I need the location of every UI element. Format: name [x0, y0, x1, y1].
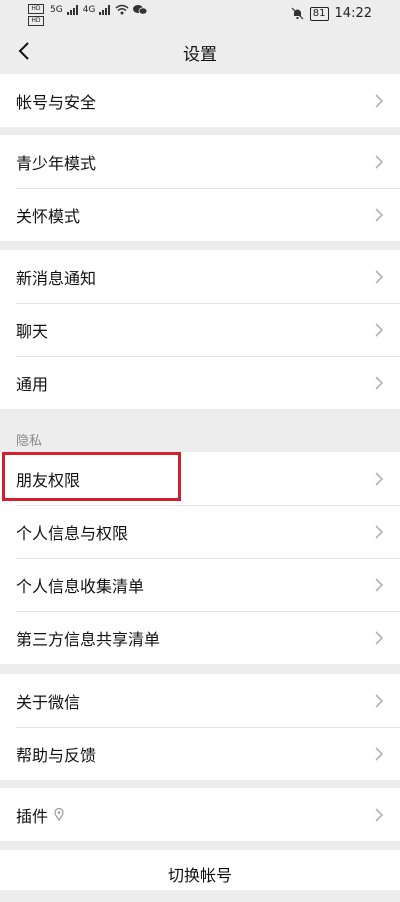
item-label: 第三方信息共享清单 — [16, 629, 161, 649]
settings-item-notifications[interactable]: 新消息通知 — [0, 250, 400, 303]
status-right: 81 14:22 — [291, 6, 372, 21]
settings-item-plugins[interactable]: 插件 — [0, 788, 400, 841]
chevron-right-icon — [375, 747, 384, 761]
network-type-1: 5G — [50, 4, 63, 15]
settings-item-teen-mode[interactable]: 青少年模式 — [0, 135, 400, 188]
settings-group-account: 帐号与安全 — [0, 74, 400, 127]
location-pin-icon — [54, 808, 64, 821]
wechat-icon — [133, 5, 148, 15]
settings-item-account-security[interactable]: 帐号与安全 — [0, 74, 400, 127]
settings-group-modes: 青少年模式 关怀模式 — [0, 135, 400, 241]
battery-icon: 81 — [309, 6, 329, 21]
settings-item-third-party-sharing[interactable]: 第三方信息共享清单 — [0, 611, 400, 664]
signal-icon — [66, 4, 78, 15]
item-label: 聊天 — [16, 321, 49, 341]
chevron-right-icon — [375, 525, 384, 539]
settings-group-general: 新消息通知 聊天 通用 — [0, 250, 400, 409]
nav-bar: 设置 — [0, 28, 400, 74]
chevron-right-icon — [375, 694, 384, 708]
item-label: 帐号与安全 — [16, 92, 97, 112]
signal-icon-2 — [99, 4, 111, 15]
settings-group-plugins: 插件 — [0, 788, 400, 841]
chevron-right-icon — [375, 94, 384, 108]
item-label: 朋友权限 — [16, 470, 81, 490]
chevron-right-icon — [375, 270, 384, 284]
chevron-right-icon — [375, 472, 384, 486]
item-label: 通用 — [16, 374, 49, 394]
chevron-right-icon — [375, 323, 384, 337]
item-label: 关于微信 — [16, 692, 81, 712]
network-type-2: 4G — [82, 4, 96, 15]
settings-item-care-mode[interactable]: 关怀模式 — [0, 188, 400, 241]
chevron-right-icon — [375, 155, 384, 169]
sim-indicators: HD HD — [28, 4, 44, 26]
section-label-privacy: 隐私 — [16, 434, 43, 449]
chevron-right-icon — [375, 376, 384, 390]
chevron-right-icon — [375, 631, 384, 645]
mute-bell-icon — [291, 7, 304, 20]
settings-item-personal-info-list[interactable]: 个人信息收集清单 — [0, 558, 400, 611]
clock: 14:22 — [334, 6, 372, 21]
sim1-badge: HD — [28, 4, 44, 14]
settings-item-chats[interactable]: 聊天 — [0, 303, 400, 356]
item-label: 青少年模式 — [16, 153, 97, 173]
switch-account-button[interactable]: 切换帐号 — [0, 850, 400, 890]
wifi-icon — [115, 4, 129, 15]
item-label: 个人信息收集清单 — [16, 576, 145, 596]
status-left: HD HD 5G 4G — [28, 4, 148, 26]
settings-item-personal-info-permissions[interactable]: 个人信息与权限 — [0, 505, 400, 558]
status-bar: HD HD 5G 4G 81 14:22 — [0, 0, 400, 28]
settings-item-help-feedback[interactable]: 帮助与反馈 — [0, 727, 400, 780]
chevron-right-icon — [375, 208, 384, 222]
item-label: 帮助与反馈 — [16, 745, 97, 765]
settings-item-friend-permissions[interactable]: 朋友权限 — [0, 452, 400, 505]
settings-item-about[interactable]: 关于微信 — [0, 674, 400, 727]
chevron-right-icon — [375, 808, 384, 822]
chevron-right-icon — [375, 578, 384, 592]
item-label: 插件 — [16, 806, 49, 826]
settings-group-about: 关于微信 帮助与反馈 — [0, 674, 400, 780]
settings-item-general[interactable]: 通用 — [0, 356, 400, 409]
page-title: 设置 — [183, 45, 217, 65]
item-label: 关怀模式 — [16, 206, 81, 226]
item-label: 个人信息与权限 — [16, 523, 129, 543]
item-label: 新消息通知 — [16, 268, 97, 288]
sim2-badge: HD — [28, 16, 44, 26]
settings-group-privacy: 朋友权限 个人信息与权限 个人信息收集清单 第三方信息共享清单 — [0, 452, 400, 664]
